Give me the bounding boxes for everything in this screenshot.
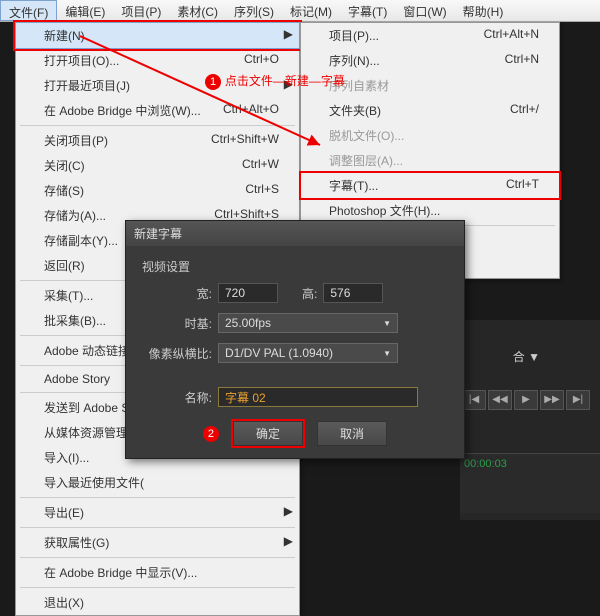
menu-item[interactable]: 新建(N)▶ — [15, 22, 300, 49]
video-settings-label: 视频设置 — [142, 258, 448, 275]
timebase-label: 时基: — [142, 315, 212, 332]
menu-marker[interactable]: 标记(M) — [282, 0, 340, 21]
step-fwd-button[interactable]: ▶▶ — [540, 390, 564, 410]
menu-item[interactable]: 导出(E)▶ — [16, 500, 299, 525]
transport-controls: |◀ ◀◀ ▶ ▶▶ ▶| — [462, 390, 590, 410]
new-title-dialog: 新建字幕 视频设置 宽: 高: 时基: 25.00fps▼ 像素纵横比: D1/… — [125, 220, 465, 459]
par-label: 像素纵横比: — [142, 345, 212, 362]
menu-edit[interactable]: 编辑(E) — [57, 0, 113, 21]
fit-dropdown[interactable]: 合 ▼ — [513, 348, 540, 365]
menu-item[interactable]: 导入最近使用文件( — [16, 470, 299, 495]
timeline-panel: 00:00:03 — [460, 453, 600, 513]
cancel-button[interactable]: 取消 — [317, 421, 387, 446]
menu-bar: 文件(F) 编辑(E) 项目(P) 素材(C) 序列(S) 标记(M) 字幕(T… — [0, 0, 600, 22]
dialog-title: 新建字幕 — [126, 221, 464, 246]
menu-item[interactable]: 打开项目(O)...Ctrl+O — [16, 48, 299, 73]
menu-item: 序列自素材 — [301, 73, 559, 98]
chevron-down-icon: ▼ — [383, 349, 391, 358]
menu-item[interactable]: 序列(N)...Ctrl+N — [301, 48, 559, 73]
name-label: 名称: — [142, 389, 212, 406]
menu-item[interactable]: 文件夹(B)Ctrl+/ — [301, 98, 559, 123]
ok-button[interactable]: 确定 — [233, 421, 303, 446]
menu-item[interactable]: 关闭(C)Ctrl+W — [16, 153, 299, 178]
menu-item[interactable]: 获取属性(G)▶ — [16, 530, 299, 555]
width-input[interactable] — [218, 283, 278, 303]
menu-file[interactable]: 文件(F) — [0, 0, 57, 21]
goto-start-button[interactable]: |◀ — [462, 390, 486, 410]
menu-item[interactable]: 存储(S)Ctrl+S — [16, 178, 299, 203]
goto-end-button[interactable]: ▶| — [566, 390, 590, 410]
timebase-select[interactable]: 25.00fps▼ — [218, 313, 398, 333]
height-input[interactable] — [323, 283, 383, 303]
step-back-button[interactable]: ◀◀ — [488, 390, 512, 410]
menu-item[interactable]: 字幕(T)...Ctrl+T — [301, 173, 559, 198]
menu-clip[interactable]: 素材(C) — [169, 0, 226, 21]
menu-project[interactable]: 项目(P) — [113, 0, 169, 21]
menu-item[interactable]: 项目(P)...Ctrl+Alt+N — [301, 23, 559, 48]
chevron-down-icon: ▼ — [383, 319, 391, 328]
timecode: 00:00:03 — [460, 454, 600, 474]
menu-item[interactable]: 退出(X) — [16, 590, 299, 615]
menu-help[interactable]: 帮助(H) — [455, 0, 512, 21]
menu-item[interactable]: 在 Adobe Bridge 中浏览(W)...Ctrl+Alt+O — [16, 98, 299, 123]
play-button[interactable]: ▶ — [514, 390, 538, 410]
width-label: 宽: — [142, 285, 212, 302]
menu-item[interactable]: 打开最近项目(J)▶ — [16, 73, 299, 98]
menu-window[interactable]: 窗口(W) — [395, 0, 454, 21]
menu-item: 调整图层(A)... — [301, 148, 559, 173]
menu-title[interactable]: 字幕(T) — [340, 0, 395, 21]
par-select[interactable]: D1/DV PAL (1.0940)▼ — [218, 343, 398, 363]
name-input[interactable] — [218, 387, 418, 407]
menu-item[interactable]: 在 Adobe Bridge 中显示(V)... — [16, 560, 299, 585]
menu-sequence[interactable]: 序列(S) — [226, 0, 282, 21]
height-label: 高: — [302, 285, 317, 302]
menu-item[interactable]: 关闭项目(P)Ctrl+Shift+W — [16, 128, 299, 153]
menu-item: 脱机文件(O)... — [301, 123, 559, 148]
